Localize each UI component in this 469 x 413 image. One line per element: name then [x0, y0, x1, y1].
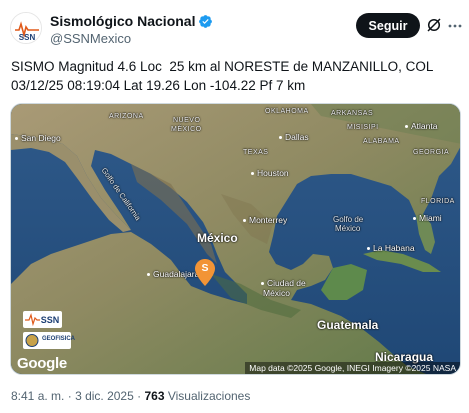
geofisica-logo: GEOFISICA [23, 332, 75, 349]
views-count: 763 [144, 389, 165, 403]
map-label-guatemala: Guatemala [317, 318, 379, 332]
map-label-monterrey: Monterrey [243, 215, 287, 225]
map-label-texas: TEXAS [243, 149, 269, 156]
map-label-alabama: ALABAMA [363, 138, 400, 145]
author-name-row[interactable]: Sismológico Nacional [50, 13, 213, 29]
epicenter-marker-icon[interactable]: S [195, 259, 215, 286]
map-label-oklahoma: OKLAHOMA [265, 108, 309, 115]
marker-letter: S [201, 262, 209, 274]
ssn-logo-icon: SSN [25, 312, 60, 327]
map-label-dallas: Dallas [279, 132, 309, 142]
map-label-nuevo-mexico: MÉXICO [171, 126, 202, 133]
post-date[interactable]: 3 dic. 2025 [75, 389, 134, 403]
geofisica-logo-text: GEOFISICA [42, 336, 76, 342]
verified-badge-icon [199, 14, 213, 28]
grok-icon[interactable] [426, 17, 442, 33]
map-label-golfo-de-mexico: México [335, 224, 361, 233]
map-label-houston: Houston [251, 168, 289, 178]
svg-text:SSN: SSN [41, 315, 60, 325]
google-logo: Google [17, 355, 67, 372]
ssn-avatar-logo-icon: SSN [11, 13, 41, 43]
meta-separator: · [137, 389, 142, 403]
tweet-text: SISMO Magnitud 4.6 Loc 25 km al NORESTE … [11, 57, 463, 95]
map-label-arkansas: ARKANSAS [331, 110, 374, 117]
map-label-la-habana: La Habana [367, 243, 415, 253]
post-time[interactable]: 8:41 a. m. [11, 389, 64, 403]
map-label-georgia: GEORGIA [413, 149, 450, 156]
map-label-misisipi: MISISIPI [347, 124, 379, 131]
tweet-text-line: 03/12/25 08:19:04 Lat 19.26 Lon -104.22 … [11, 78, 306, 93]
ssn-logo: SSN [23, 311, 62, 328]
map-label-ciudad-de-mexico: México [263, 288, 290, 298]
svg-text:SSN: SSN [19, 33, 36, 42]
map-image[interactable]: ARIZONA NUEVO MÉXICO OKLAHOMA ARKANSAS M… [10, 103, 461, 375]
map-label-arizona: ARIZONA [109, 113, 144, 120]
display-name[interactable]: Sismológico Nacional [50, 13, 195, 29]
map-label-florida: FLORIDA [421, 198, 455, 205]
more-options-icon[interactable] [447, 19, 463, 33]
map-label-mexico: México [197, 231, 238, 245]
tweet-text-line: SISMO Magnitud 4.6 Loc 25 km al NORESTE … [11, 59, 434, 74]
meta-separator: · [67, 389, 72, 403]
handle[interactable]: @SSNMexico [50, 31, 131, 46]
post-metadata: 8:41 a. m. · 3 dic. 2025 · 763 Visualiza… [11, 389, 250, 403]
map-label-guadalajara: Guadalajara [147, 269, 199, 279]
map-label-san-diego: San Diego [15, 133, 61, 143]
avatar[interactable]: SSN [10, 12, 42, 44]
views-label: Visualizaciones [167, 389, 251, 403]
map-label-atlanta: Atlanta [405, 121, 437, 131]
tweet: SSN Sismológico Nacional @SSNMexico Segu… [0, 0, 469, 413]
map-label-ciudad-de-mexico: Ciudad de [261, 278, 306, 288]
map-label-miami: Miami [413, 213, 442, 223]
unam-crest-icon [25, 334, 39, 347]
follow-button[interactable]: Seguir [356, 13, 420, 38]
map-label-nicaragua: Nicaragua [375, 350, 434, 364]
map-attribution[interactable]: Map data ©2025 Google, INEGI Imagery ©20… [245, 362, 460, 374]
